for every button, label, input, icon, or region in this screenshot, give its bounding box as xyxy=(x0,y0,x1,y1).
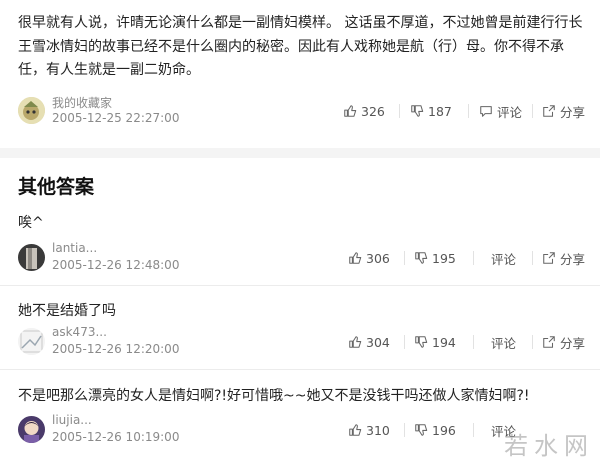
divider xyxy=(473,251,474,265)
like-count: 310 xyxy=(366,422,390,438)
answer-date: 2005-12-26 12:20:00 xyxy=(52,342,180,356)
answer-date: 2005-12-25 22:27:00 xyxy=(52,111,180,125)
avatar[interactable] xyxy=(18,97,45,124)
divider xyxy=(404,423,405,437)
thumbs-up-icon xyxy=(349,424,362,436)
answer-date: 2005-12-26 12:48:00 xyxy=(52,258,180,272)
dislike-button[interactable]: 187 xyxy=(410,102,452,120)
divider xyxy=(404,251,405,265)
answer-meta: ask473... 2005-12-26 12:20:00 304 194 评论… xyxy=(18,325,600,359)
comment-icon xyxy=(480,106,492,117)
comment-label: 评论 xyxy=(491,251,517,267)
best-answer-meta: 我的收藏家 2005-12-25 22:27:00 326 187 评论 分享 xyxy=(18,94,600,128)
answer-date: 2005-12-26 10:19:00 xyxy=(52,430,180,444)
thumbs-up-icon xyxy=(344,105,357,117)
dislike-count: 194 xyxy=(432,334,456,350)
user-name[interactable]: lantia... xyxy=(52,241,97,255)
like-button[interactable]: 326 xyxy=(343,102,385,120)
answer-text: 不是吧那么漂亮的女人是情妇啊?!好可惜哦~~她又不是没钱干吗还做人家情妇啊?! xyxy=(18,388,530,404)
dislike-button[interactable]: 196 xyxy=(414,421,456,439)
like-button[interactable]: 304 xyxy=(348,333,390,351)
dislike-count: 196 xyxy=(432,422,456,438)
like-count: 306 xyxy=(366,250,390,266)
comment-button[interactable]: 评论 xyxy=(491,249,516,267)
thumbs-down-icon xyxy=(415,252,428,264)
divider xyxy=(473,423,474,437)
share-label: 分享 xyxy=(560,335,586,351)
comment-label: 评论 xyxy=(497,104,523,120)
like-button[interactable]: 310 xyxy=(348,421,390,439)
dislike-button[interactable]: 195 xyxy=(414,249,456,267)
section-title: 其他答案 xyxy=(18,176,95,198)
row-divider xyxy=(0,285,600,286)
thumbs-up-icon xyxy=(349,336,362,348)
avatar-image-icon xyxy=(18,416,45,443)
like-count: 304 xyxy=(366,334,390,350)
avatar-image-icon xyxy=(18,328,45,355)
avatar-image-icon xyxy=(18,244,45,271)
answer-text: 唉^ xyxy=(18,215,44,231)
comment-button[interactable]: 评论 xyxy=(479,102,522,120)
divider xyxy=(468,104,469,118)
share-button[interactable]: 分享 xyxy=(542,333,585,351)
dislike-count: 187 xyxy=(428,103,452,119)
share-icon xyxy=(543,252,555,264)
user-name[interactable]: liujia... xyxy=(52,413,92,427)
divider xyxy=(399,104,400,118)
watermark: 若水网 xyxy=(504,432,594,460)
user-name[interactable]: 我的收藏家 xyxy=(52,94,112,111)
divider xyxy=(532,335,533,349)
avatar[interactable] xyxy=(18,416,45,443)
share-label: 分享 xyxy=(560,104,586,120)
share-button[interactable]: 分享 xyxy=(542,102,585,120)
dislike-button[interactable]: 194 xyxy=(414,333,456,351)
best-answer-card: 很早就有人说，许晴无论演什么都是一副情妇模样。 这话虽不厚道，不过她曾是前建行行… xyxy=(0,0,600,148)
avatar-image-icon xyxy=(18,97,45,124)
divider xyxy=(532,104,533,118)
avatar[interactable] xyxy=(18,244,45,271)
thumbs-down-icon xyxy=(411,105,424,117)
like-button[interactable]: 306 xyxy=(348,249,390,267)
comment-button[interactable]: 评论 xyxy=(491,333,516,351)
share-label: 分享 xyxy=(560,251,586,267)
like-count: 326 xyxy=(361,103,385,119)
other-answers-card: 其他答案 唉^ lantia... 2005-12-26 12:48:00 30… xyxy=(0,158,600,463)
comment-label: 评论 xyxy=(491,335,517,351)
thumbs-up-icon xyxy=(349,252,362,264)
user-name[interactable]: ask473... xyxy=(52,325,107,339)
row-divider xyxy=(0,369,600,370)
dislike-count: 195 xyxy=(432,250,456,266)
best-answer-text: 很早就有人说，许晴无论演什么都是一副情妇模样。 这话虽不厚道，不过她曾是前建行行… xyxy=(18,15,583,78)
thumbs-down-icon xyxy=(415,424,428,436)
answer-text: 她不是结婚了吗 xyxy=(18,303,116,319)
avatar[interactable] xyxy=(18,328,45,355)
divider xyxy=(404,335,405,349)
share-icon xyxy=(543,336,555,348)
divider xyxy=(473,335,474,349)
thumbs-down-icon xyxy=(415,336,428,348)
answer-meta: lantia... 2005-12-26 12:48:00 306 195 评论… xyxy=(18,241,600,275)
divider xyxy=(532,251,533,265)
share-icon xyxy=(543,105,555,117)
share-button[interactable]: 分享 xyxy=(542,249,585,267)
